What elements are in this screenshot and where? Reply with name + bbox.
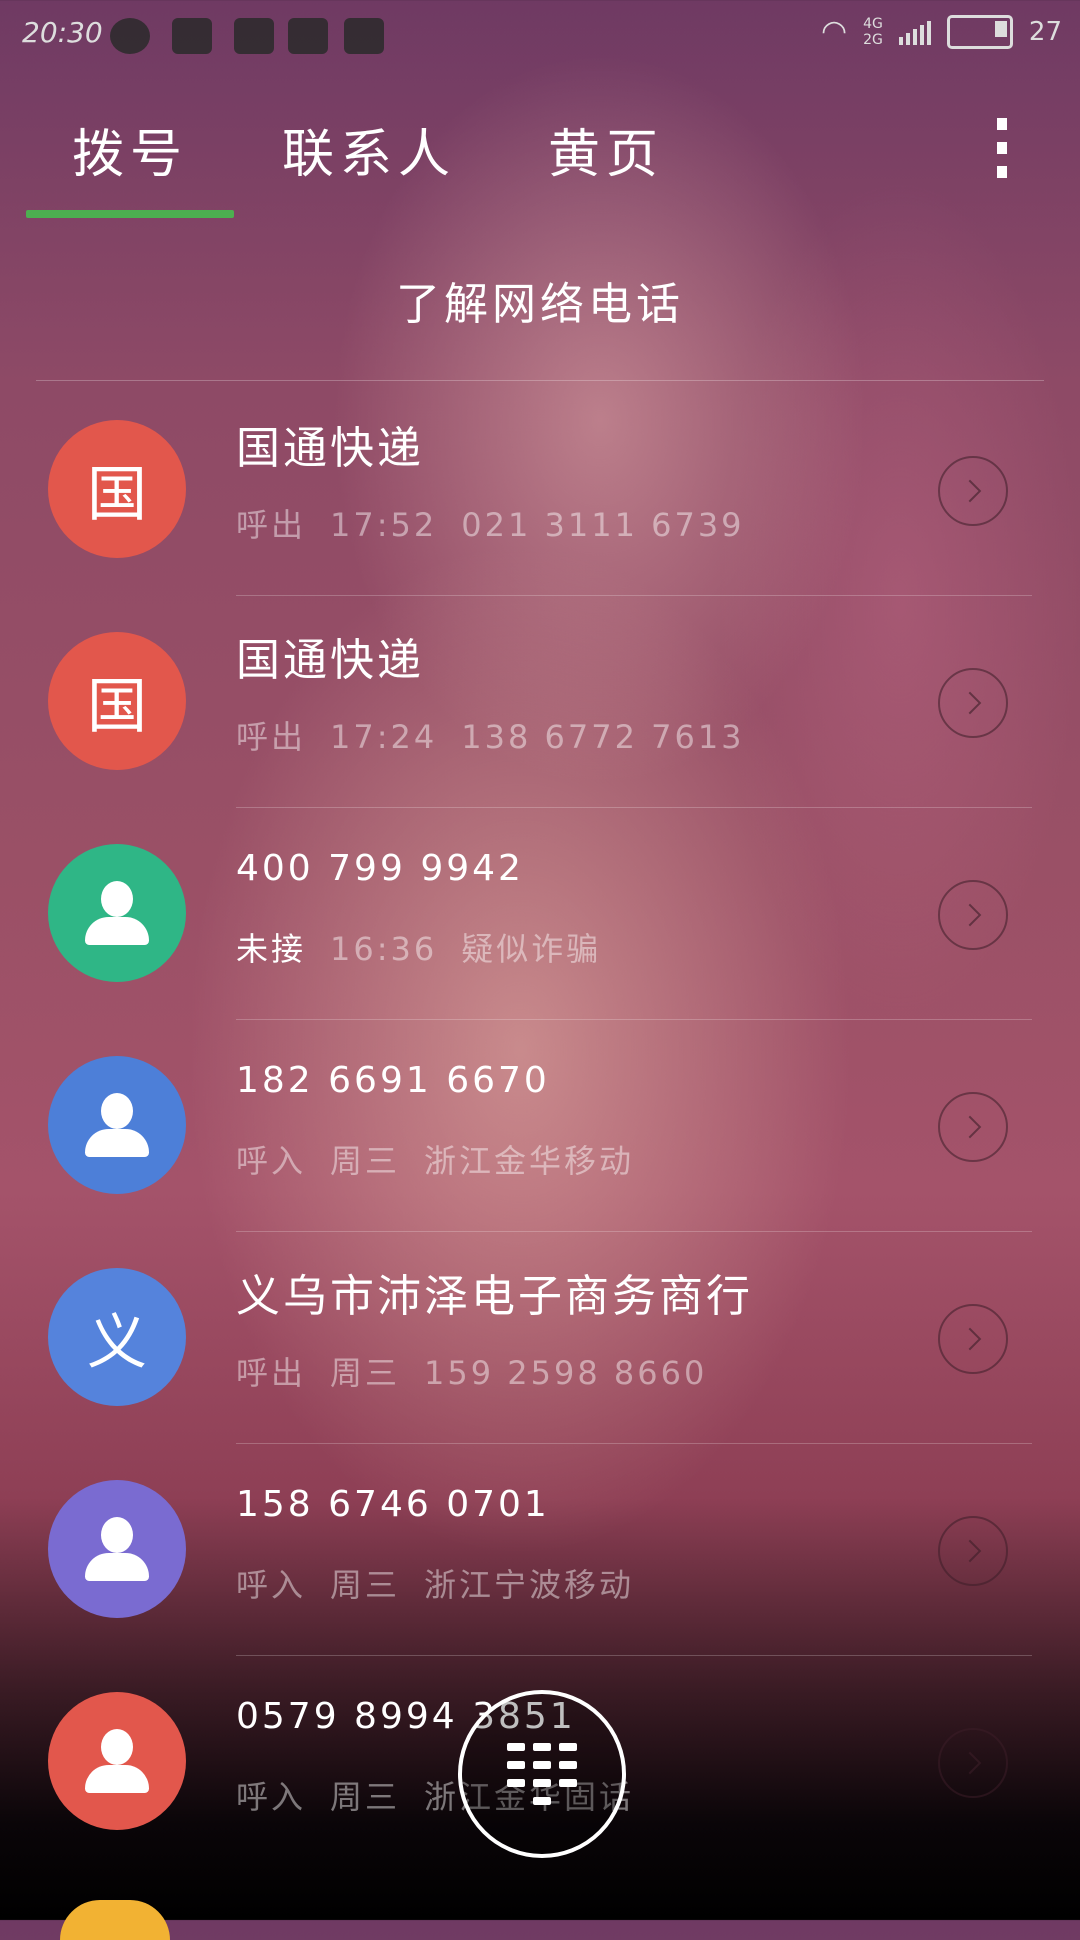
call-detail: 呼出 17:24 138 6772 7613 [236, 718, 745, 756]
tab-bar: 拨号 联系人 黄页 [0, 100, 1080, 220]
more-menu-icon[interactable] [990, 118, 1014, 178]
tab-yellow-pages[interactable]: 黄页 [548, 112, 664, 187]
call-detail-arrow-icon[interactable] [938, 880, 1008, 950]
caller-name: 国通快递 [236, 423, 424, 474]
person-icon [85, 1729, 149, 1793]
qq-icon [234, 18, 274, 54]
caller-number: 158 6746 0701 [236, 1484, 550, 1525]
call-detail-arrow-icon[interactable] [938, 1516, 1008, 1586]
call-detail: 未接 16:36 疑似诈骗 [236, 930, 602, 968]
call-detail: 呼入 周三 浙江宁波移动 [236, 1566, 635, 1604]
wifi-icon: ◠ [820, 14, 848, 49]
contact-avatar[interactable] [48, 1056, 186, 1194]
call-row[interactable]: 400 799 9942 未接 16:36 疑似诈骗 [0, 808, 1080, 1020]
caller-number: 400 799 9942 [236, 848, 524, 889]
caller-name: 国通快递 [236, 635, 424, 686]
tab-dial[interactable]: 拨号 [72, 112, 188, 187]
shield-icon [344, 18, 384, 54]
signal-icon [898, 19, 931, 45]
caller-number: 182 6691 6670 [236, 1060, 550, 1101]
divider [36, 380, 1044, 381]
wechat-icon [110, 18, 150, 54]
call-detail-arrow-icon[interactable] [938, 1092, 1008, 1162]
call-detail: 呼出 周三 159 2598 8660 [236, 1354, 708, 1392]
call-row[interactable]: 义 义乌市沛泽电子商务商行 呼出 周三 159 2598 8660 [0, 1232, 1080, 1444]
person-icon [85, 1517, 149, 1581]
active-tab-indicator [26, 210, 234, 218]
call-row[interactable]: 182 6691 6670 呼入 周三 浙江金华移动 [0, 1020, 1080, 1232]
battery-icon [946, 14, 1013, 49]
person-icon [85, 1093, 149, 1157]
learn-network-call-link[interactable]: 了解网络电话 [0, 268, 1080, 332]
news-icon [288, 18, 328, 54]
dialpad-button[interactable] [458, 1690, 626, 1858]
call-row[interactable]: 国 国通快递 呼出 17:52 021 3111 6739 [0, 384, 1080, 596]
call-detail-arrow-icon[interactable] [938, 456, 1008, 526]
call-row[interactable]: 国 国通快递 呼出 17:24 138 6772 7613 [0, 596, 1080, 808]
status-right: ◠ 4G 2G 27 [821, 14, 1062, 49]
contact-avatar[interactable] [48, 1480, 186, 1618]
network-labels: 4G 2G [863, 15, 883, 48]
gallery-icon [172, 18, 212, 54]
caller-name: 义乌市沛泽电子商务商行 [236, 1271, 753, 1322]
tab-contacts[interactable]: 联系人 [282, 112, 456, 187]
next-contact-avatar[interactable] [60, 1900, 170, 1940]
battery-level: 27 [1028, 16, 1062, 47]
contact-avatar[interactable] [48, 844, 186, 982]
contact-avatar[interactable]: 国 [48, 420, 186, 558]
status-time: 20:30 [22, 16, 103, 49]
call-detail-arrow-icon[interactable] [938, 1304, 1008, 1374]
contact-avatar[interactable]: 国 [48, 632, 186, 770]
call-detail: 呼入 周三 浙江金华移动 [236, 1142, 635, 1180]
call-detail-arrow-icon[interactable] [938, 1728, 1008, 1798]
call-row[interactable]: 158 6746 0701 呼入 周三 浙江宁波移动 [0, 1444, 1080, 1656]
contact-avatar[interactable]: 义 [48, 1268, 186, 1406]
dialpad-icon [507, 1743, 577, 1805]
contact-avatar[interactable] [48, 1692, 186, 1830]
call-detail: 呼出 17:52 021 3111 6739 [236, 506, 745, 544]
status-bar: 20:30 ◠ 4G 2G 27 [0, 0, 1080, 72]
person-icon [85, 881, 149, 945]
call-detail-arrow-icon[interactable] [938, 668, 1008, 738]
